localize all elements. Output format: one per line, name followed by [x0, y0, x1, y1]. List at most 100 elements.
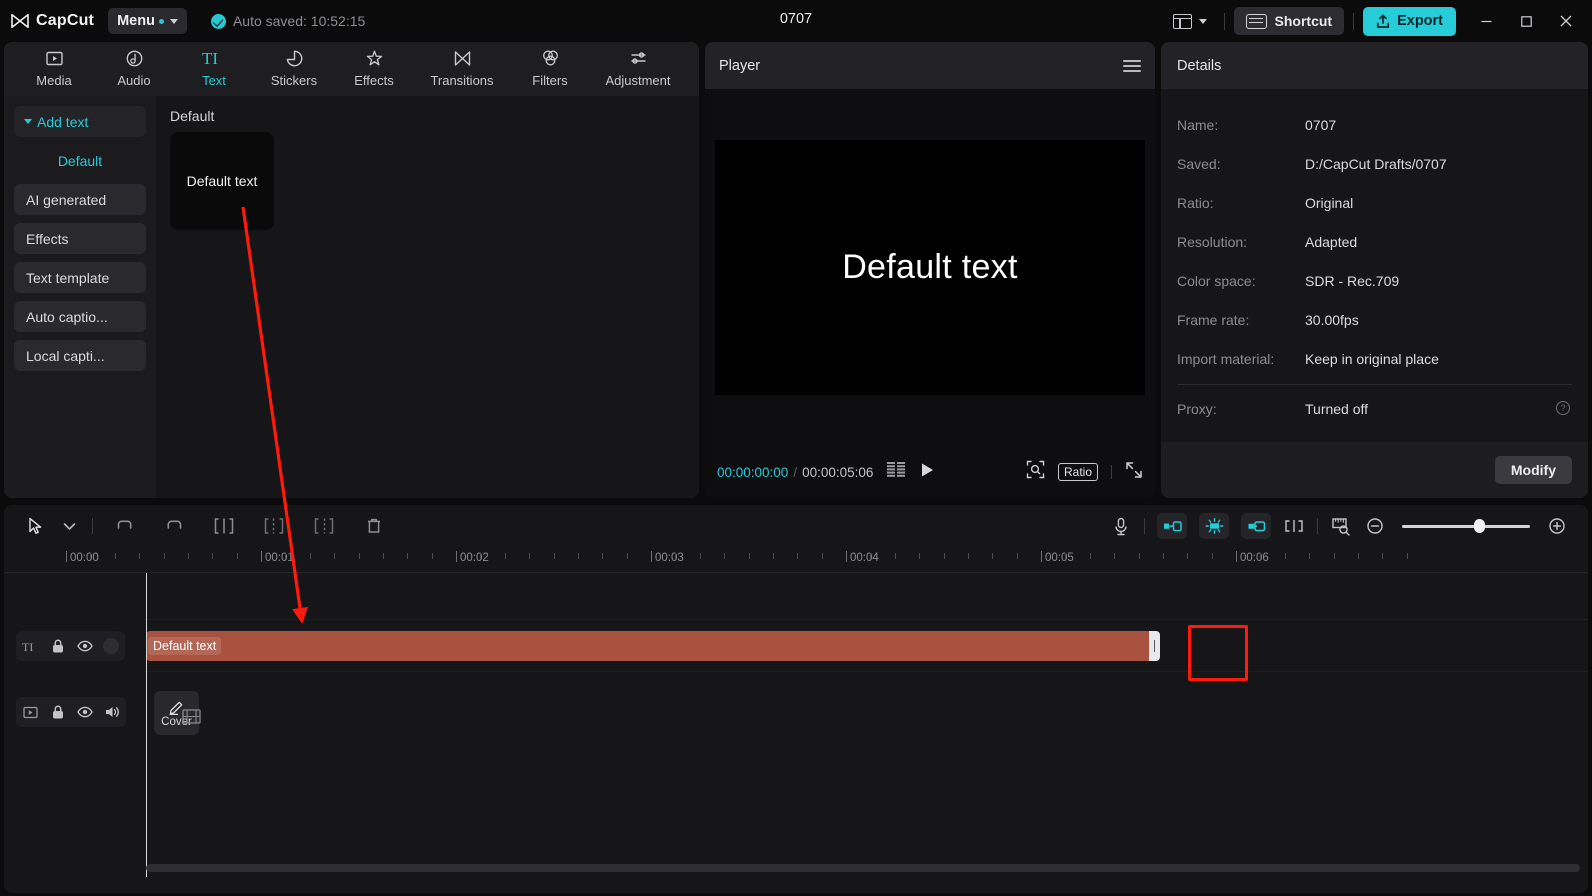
sidebar-item-label: Default	[57, 152, 103, 169]
minimize-button[interactable]	[1466, 0, 1506, 42]
library-content: Default Default text	[156, 96, 699, 498]
tab-effects[interactable]: Effects	[334, 42, 414, 88]
sidebar-item-effects[interactable]: Effects	[14, 223, 146, 254]
play-icon[interactable]	[920, 462, 935, 483]
layout-button[interactable]	[1165, 10, 1215, 33]
zoom-fit-icon[interactable]	[1026, 460, 1045, 484]
help-icon[interactable]: ?	[1556, 401, 1570, 415]
trim-right-button[interactable]	[299, 505, 349, 547]
ruler-tick-minor	[407, 553, 409, 559]
eye-icon[interactable]	[76, 704, 93, 721]
track-header-box: TI	[16, 631, 125, 661]
ruler-ticks: 00:00 00:01 00:02 00:03 00:04 00:05 00:06	[4, 547, 1588, 573]
frames-icon[interactable]	[887, 462, 906, 482]
timeline-clip-text[interactable]: Default text	[146, 631, 1160, 661]
export-button[interactable]: Export	[1363, 6, 1456, 36]
tab-label: Filters	[532, 73, 568, 88]
zoom-slider[interactable]	[1402, 519, 1530, 533]
ruler-tick-minor	[919, 553, 921, 559]
tab-filters[interactable]: Filters	[510, 42, 590, 88]
modify-button[interactable]: Modify	[1494, 456, 1572, 484]
timeline-panel: 00:00 00:01 00:02 00:03 00:04 00:05 00:06 TI	[4, 505, 1588, 893]
hamburger-icon[interactable]	[1123, 59, 1141, 72]
split-button[interactable]	[199, 505, 249, 547]
timeline-ruler[interactable]: 00:00 00:01 00:02 00:03 00:04 00:05 00:06	[4, 547, 1588, 573]
snap-start-toggle[interactable]	[1157, 513, 1187, 539]
color-dot[interactable]	[103, 638, 119, 654]
tab-adjustment[interactable]: Adjustment	[590, 42, 686, 88]
text-preset-card[interactable]: Default text	[170, 132, 274, 230]
ruler-tick-label: 00:01	[265, 552, 294, 564]
volume-icon[interactable]	[103, 704, 120, 721]
redo-button[interactable]	[149, 505, 199, 547]
sidebar-item-text-template[interactable]: Text template	[14, 262, 146, 293]
maximize-button[interactable]	[1506, 0, 1546, 42]
fullscreen-icon[interactable]	[1125, 461, 1143, 484]
sidebar-item-auto-captions[interactable]: Auto captio...	[14, 301, 146, 332]
record-voiceover-button[interactable]	[1104, 505, 1138, 547]
tool-dropdown-button[interactable]	[52, 505, 86, 547]
zoom-out-button[interactable]	[1358, 505, 1392, 547]
chevron-down-icon	[1198, 18, 1207, 24]
title-bar: CapCut Menu Auto saved: 10:52:15 0707 Sh…	[0, 0, 1592, 42]
ruler-tick-minor	[90, 553, 92, 559]
detail-value: Adapted	[1305, 233, 1358, 250]
ruler-tick-minor	[1260, 553, 1262, 559]
ratio-button[interactable]: Ratio	[1057, 463, 1098, 481]
details-title: Details	[1177, 57, 1222, 74]
fit-timeline-button[interactable]	[1324, 505, 1358, 547]
ruler-tick-minor	[1114, 553, 1116, 559]
video-preview[interactable]: Default text	[715, 140, 1145, 395]
zoom-slider-knob[interactable]	[1474, 519, 1485, 533]
lock-icon[interactable]	[49, 638, 66, 655]
ruler-tick-label: 00:00	[70, 552, 99, 564]
lock-icon[interactable]	[49, 704, 66, 721]
magnet-toggle[interactable]	[1199, 513, 1229, 539]
playhead[interactable]	[146, 573, 147, 877]
eye-icon[interactable]	[76, 638, 93, 655]
ruler-tick-minor	[212, 553, 214, 559]
trim-grip	[1153, 640, 1156, 652]
shortcut-label: Shortcut	[1274, 13, 1333, 29]
ruler-tick-minor	[1382, 553, 1384, 559]
ruler-tick-minor	[529, 553, 531, 559]
tab-transitions[interactable]: Transitions	[414, 42, 510, 88]
ruler-tick-minor	[894, 553, 896, 559]
add-marker-button[interactable]	[1277, 505, 1311, 547]
sidebar-item-add-text[interactable]: Add text	[14, 106, 146, 137]
clip-trim-handle-right[interactable]	[1149, 631, 1160, 661]
current-time: 00:00:00:00	[717, 464, 789, 480]
svg-text:TI: TI	[22, 640, 33, 653]
ruler-tick-minor	[334, 553, 336, 559]
ruler-tick-minor	[1211, 553, 1213, 559]
link-toggle[interactable]	[1241, 513, 1271, 539]
panels-row: Media Audio TI Text Stickers Effects Tra…	[0, 42, 1592, 502]
divider	[1317, 518, 1318, 534]
horizontal-scrollbar[interactable]	[146, 864, 1580, 872]
undo-button[interactable]	[99, 505, 149, 547]
zoom-in-button[interactable]	[1540, 505, 1574, 547]
tab-label: Audio	[117, 73, 151, 88]
trim-left-button[interactable]	[249, 505, 299, 547]
chevron-down-icon	[169, 18, 178, 24]
select-tool-button[interactable]	[18, 505, 52, 547]
layout-icon	[1172, 13, 1192, 29]
shortcut-button[interactable]: Shortcut	[1233, 7, 1345, 35]
tab-audio[interactable]: Audio	[94, 42, 174, 88]
ruler-tick-minor	[797, 553, 799, 559]
close-button[interactable]	[1546, 0, 1586, 42]
sidebar-item-ai-generated[interactable]: AI generated	[14, 184, 146, 215]
tab-media[interactable]: Media	[14, 42, 94, 88]
ruler-tick-major	[1041, 551, 1042, 562]
media-icon	[45, 48, 64, 69]
menu-button[interactable]: Menu	[108, 8, 187, 34]
tab-label: Adjustment	[605, 73, 671, 88]
tab-stickers[interactable]: Stickers	[254, 42, 334, 88]
sidebar-item-default[interactable]: Default	[14, 145, 146, 176]
sidebar-item-label: Text template	[26, 269, 110, 286]
tab-text[interactable]: TI Text	[174, 42, 254, 88]
library-tabs: Media Audio TI Text Stickers Effects Tra…	[4, 42, 699, 96]
delete-button[interactable]	[349, 505, 399, 547]
details-body: Name: 0707 Saved: D:/CapCut Drafts/0707 …	[1161, 89, 1588, 428]
sidebar-item-local-captions[interactable]: Local capti...	[14, 340, 146, 371]
